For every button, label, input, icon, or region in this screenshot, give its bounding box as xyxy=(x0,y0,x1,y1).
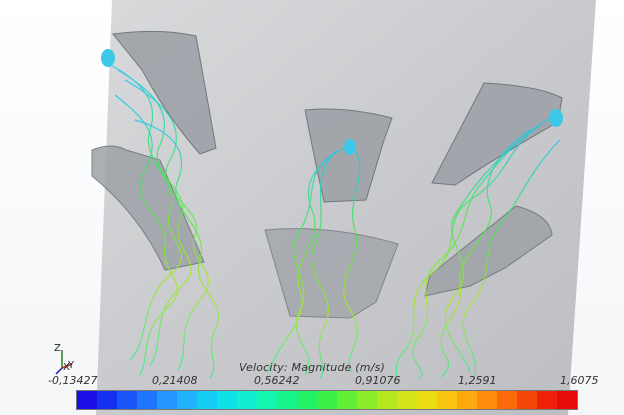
colorbar-segment xyxy=(337,391,357,409)
legend-colorbar xyxy=(76,390,578,410)
3d-viewport[interactable]: Z X Y Velocity: Magnitude (m/s) -0,13427… xyxy=(0,0,624,415)
colorbar-segment xyxy=(397,391,417,409)
colorbar-segment xyxy=(257,391,277,409)
colorbar-segment xyxy=(97,391,117,409)
colorbar-segment xyxy=(357,391,377,409)
colorbar-segment xyxy=(457,391,477,409)
colorbar-segment xyxy=(77,391,97,409)
legend-tick: 0,56242 xyxy=(254,374,300,387)
colorbar-segment xyxy=(177,391,197,409)
colorbar-segment xyxy=(297,391,317,409)
legend-tick: 0,21408 xyxy=(152,374,198,387)
colorbar-segment xyxy=(197,391,217,409)
colorbar-segment xyxy=(137,391,157,409)
colorbar-segment xyxy=(237,391,257,409)
colorbar-segment xyxy=(517,391,537,409)
colorbar-segment xyxy=(417,391,437,409)
legend-title: Velocity: Magnitude (m/s) xyxy=(238,361,386,374)
colorbar-segment xyxy=(157,391,177,409)
colorbar-segment xyxy=(277,391,297,409)
triad-z-label: Z xyxy=(54,343,61,354)
colorbar-segment xyxy=(537,391,557,409)
legend-tick: -0,13427 xyxy=(48,374,98,387)
colorbar-segment xyxy=(317,391,337,409)
colorbar-segment xyxy=(377,391,397,409)
streamline-scene[interactable] xyxy=(0,0,624,415)
colorbar-segment xyxy=(117,391,137,409)
legend-tick: 1,2591 xyxy=(458,374,497,387)
colorbar-segment xyxy=(477,391,497,409)
colorbar-segment xyxy=(557,391,577,409)
colorbar-segment xyxy=(497,391,517,409)
legend-tick: 0,91076 xyxy=(355,374,401,387)
colorbar-segment xyxy=(437,391,457,409)
legend-tick: 1,6075 xyxy=(560,374,599,387)
colorbar-segment xyxy=(217,391,237,409)
